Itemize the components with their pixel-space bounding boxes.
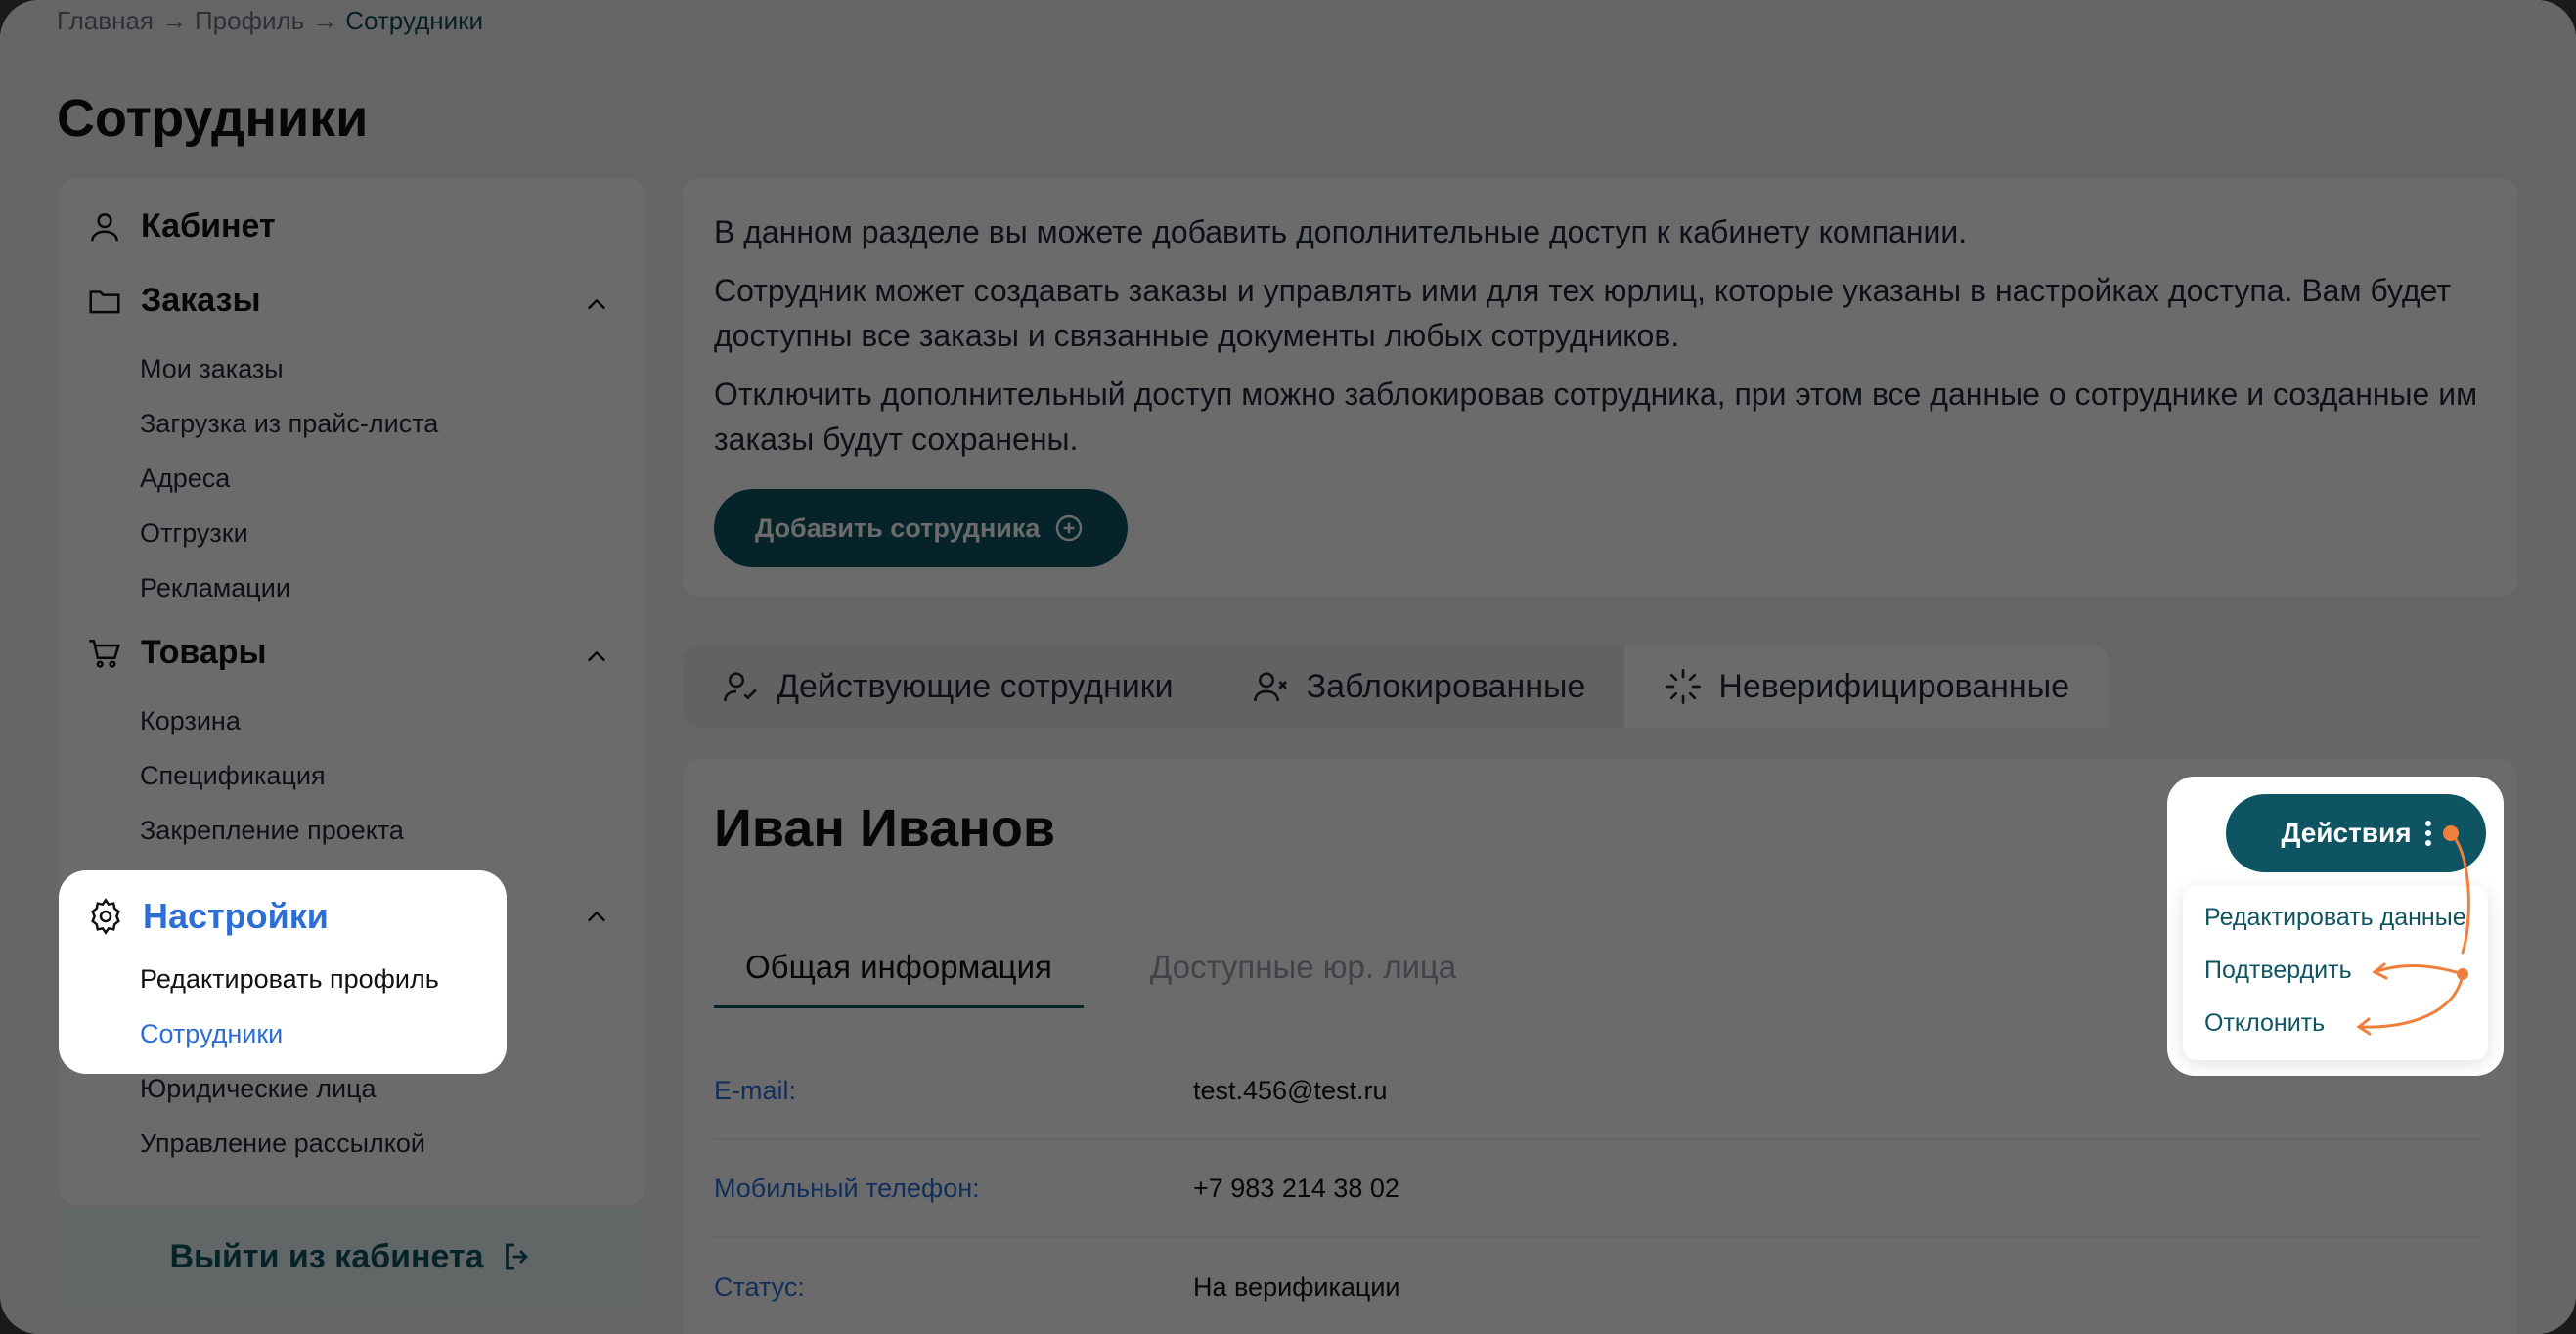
breadcrumb-profile[interactable]: Профиль [195, 6, 304, 35]
actions-label: Действия [2281, 818, 2412, 848]
logout-button[interactable]: Выйти из кабинета [59, 1209, 645, 1305]
field-value: +7 983 214 38 02 [1193, 1173, 1399, 1203]
info-card: В данном разделе вы можете добавить допо… [683, 178, 2517, 597]
breadcrumb-separator: → [160, 6, 187, 35]
app-frame: Главная → Профиль → Сотрудники Сотрудники Ка… [0, 0, 2576, 1334]
sidebar-section-goods[interactable]: Товары [86, 634, 267, 672]
gear-icon [91, 898, 120, 935]
menu-item-confirm[interactable]: Подтвердить [2204, 956, 2352, 985]
plus-circle-icon [1056, 514, 1083, 542]
breadcrumb-separator: → [312, 6, 338, 35]
field-label: Мобильный телефон: [714, 1173, 980, 1203]
menu-item-reject[interactable]: Отклонить [2204, 1009, 2325, 1038]
menu-item-edit[interactable]: Редактировать данные [2204, 904, 2466, 932]
employee-tabs: Действующие сотрудники Заблокированные Н… [683, 645, 2110, 728]
field-value: На верификации [1193, 1271, 1400, 1302]
sidebar-item-cart[interactable]: Корзина [140, 706, 241, 736]
employee-name: Иван Иванов [714, 799, 1056, 858]
sidebar-item-mailing[interactable]: Управление рассылкой [140, 1129, 425, 1159]
field-label: E-mail: [714, 1075, 797, 1105]
sidebar-section-label: Заказы [141, 282, 261, 319]
sidebar-item-employees[interactable]: Сотрудники [140, 1019, 283, 1049]
field-label: Статус: [714, 1271, 805, 1302]
highlight-actions: Действия Редактировать данные Подтвердит… [2167, 777, 2504, 1076]
tab-blocked[interactable]: Заблокированные [1212, 645, 1625, 728]
sidebar-item-legal-entities[interactable]: Юридические лица [140, 1074, 377, 1104]
sidebar-item-price-upload[interactable]: Загрузка из прайс-листа [140, 409, 438, 439]
folder-icon [89, 289, 120, 313]
sidebar-item-addresses[interactable]: Адреса [140, 464, 230, 494]
sidebar-section-orders[interactable]: Заказы [86, 282, 261, 320]
actions-button[interactable]: Действия [2226, 794, 2486, 872]
chevron-up-icon[interactable] [583, 644, 610, 671]
sidebar-item-edit-profile[interactable]: Редактировать профиль [140, 964, 439, 995]
cart-icon [89, 639, 120, 668]
tab-label: Действующие сотрудники [777, 667, 1174, 705]
tab-label: Неверифицированные [1718, 667, 2070, 705]
info-row-phone: Мобильный телефон: +7 983 214 38 02 [714, 1140, 2480, 1238]
page-title: Сотрудники [57, 89, 369, 148]
logout-label: Выйти из кабинета [169, 1237, 484, 1275]
add-employee-button[interactable]: Добавить сотрудника [714, 489, 1129, 567]
sidebar-item-my-orders[interactable]: Мои заказы [140, 354, 284, 384]
sidebar-item-cabinet[interactable]: Кабинет [86, 207, 276, 245]
loader-icon [1666, 669, 1702, 704]
highlight-settings: Настройки Редактировать профиль Сотрудни… [59, 870, 507, 1074]
breadcrumb: Главная → Профиль → Сотрудники [57, 6, 483, 36]
sidebar-section-label: Товары [141, 634, 267, 671]
actions-menu: Редактировать данные Подтвердить Отклони… [2183, 886, 2488, 1060]
subtab-general-info[interactable]: Общая информация [714, 949, 1084, 1008]
more-vertical-icon [2424, 821, 2431, 846]
info-paragraph: Отключить дополнительный доступ можно за… [714, 377, 2478, 457]
sidebar-section-settings[interactable]: Настройки [86, 896, 329, 937]
info-paragraph: Сотрудник может создавать заказы и управ… [714, 273, 2451, 353]
user-icon [91, 212, 118, 241]
chevron-up-icon[interactable] [583, 291, 610, 319]
field-value: test.456@test.ru [1193, 1075, 1388, 1105]
sidebar-item-project-pin[interactable]: Закрепление проекта [140, 816, 404, 846]
chevron-up-icon[interactable] [583, 904, 610, 931]
info-row-status: Статус: На верификации [714, 1238, 2480, 1334]
subtab-legal-entities[interactable]: Доступные юр. лица [1119, 949, 1488, 1008]
info-paragraph: В данном разделе вы можете добавить допо… [714, 214, 1968, 249]
employee-subtabs: Общая информация Доступные юр. лица [714, 949, 1488, 1008]
breadcrumb-current: Сотрудники [345, 6, 484, 35]
sidebar-item-specification[interactable]: Спецификация [140, 761, 326, 791]
breadcrumb-home[interactable]: Главная [57, 6, 154, 35]
sidebar-item-shipments[interactable]: Отгрузки [140, 518, 248, 549]
sidebar-item-label: Кабинет [141, 207, 276, 245]
tab-label: Заблокированные [1306, 667, 1586, 705]
sidebar-section-label: Настройки [143, 896, 329, 936]
logout-icon [505, 1243, 528, 1270]
tab-active-employees[interactable]: Действующие сотрудники [683, 645, 1213, 728]
add-employee-label: Добавить сотрудника [755, 512, 1041, 543]
tab-unverified[interactable]: Неверифицированные [1624, 645, 2110, 728]
user-check-icon [724, 672, 757, 702]
user-x-icon [1253, 672, 1287, 702]
sidebar-item-claims[interactable]: Рекламации [140, 573, 290, 603]
